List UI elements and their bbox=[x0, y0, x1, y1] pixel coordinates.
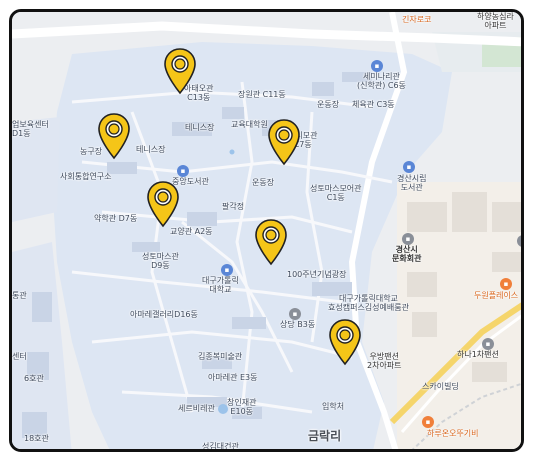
location-pin-icon[interactable] bbox=[162, 47, 198, 95]
building-icon[interactable]: ▪ bbox=[517, 235, 521, 247]
map-label: 100주년기념광장 bbox=[287, 270, 347, 279]
map-label: 하나1차팬션 bbox=[457, 350, 499, 359]
district-label: 금락리 bbox=[308, 429, 342, 443]
apartment-icon[interactable]: ▪ bbox=[482, 338, 494, 350]
location-pin-icon[interactable] bbox=[96, 112, 132, 160]
map-label: 김종복미술관 bbox=[198, 352, 243, 361]
map-label: 창인재관 E10동 bbox=[227, 398, 257, 417]
map-label: 교육대학원 bbox=[231, 120, 268, 129]
map-label: 두원플레이스 bbox=[474, 291, 519, 300]
location-pin-icon[interactable] bbox=[145, 180, 181, 228]
shop-icon[interactable]: ▪ bbox=[422, 416, 434, 428]
map-label: 업보육센터 D1동 bbox=[12, 120, 49, 139]
map-label: 교양관 A2동 bbox=[170, 227, 213, 236]
map-label: 센터 bbox=[12, 352, 27, 361]
shop-icon[interactable]: ▪ bbox=[500, 278, 512, 290]
map-label: 장원관 C11동 bbox=[238, 90, 286, 99]
map-label: 하양농심라 아파트 bbox=[477, 12, 514, 31]
map-label: 대구가톨릭대학교 효성캠퍼스김성예배룸관 bbox=[328, 294, 409, 313]
map-frame: 긴자로코 하양농심라 아파트 세미나리관 (신학관) C6동 아태오관 C13동… bbox=[9, 9, 524, 452]
location-pin-icon[interactable] bbox=[266, 118, 302, 166]
map-label: 6호관 bbox=[24, 374, 44, 383]
map-label: 세미나리관 (신학관) C6동 bbox=[357, 72, 406, 91]
church-icon[interactable]: ▪ bbox=[289, 308, 301, 320]
map-label: 하루온오뚜기비 bbox=[427, 429, 479, 438]
location-pin-icon[interactable] bbox=[327, 318, 363, 366]
map-label: 아마레관 E3동 bbox=[208, 373, 258, 382]
map-label: 체육관 C3동 bbox=[352, 100, 395, 109]
map-label: 세르비레관 bbox=[178, 404, 215, 413]
map-label: 입학처 bbox=[322, 402, 345, 411]
library-icon[interactable]: ▪ bbox=[403, 161, 415, 173]
building-icon[interactable]: ▪ bbox=[402, 233, 414, 245]
map-label: 18호관 bbox=[24, 434, 49, 443]
map-label: 통관 bbox=[12, 291, 27, 300]
map-label: 경산시립 도서관 bbox=[397, 174, 427, 193]
building-icon[interactable]: ▪ bbox=[371, 60, 383, 72]
map-label: 상당 B3동 bbox=[280, 320, 316, 329]
university-icon[interactable]: ▪ bbox=[221, 264, 233, 276]
map-label: 성김대건관 bbox=[202, 442, 239, 451]
map-label: 운동장 bbox=[317, 100, 340, 109]
map-label: 약학관 D7동 bbox=[94, 214, 138, 223]
map-label: 사회통합연구소 bbox=[60, 172, 112, 181]
library-icon[interactable]: ▪ bbox=[177, 165, 189, 177]
map-label: 아마레갤러리D16동 bbox=[130, 310, 198, 319]
map-label: 성토마스모어관 C1동 bbox=[310, 184, 362, 203]
map-label: 운동장 bbox=[252, 178, 275, 187]
map-label: 긴자로코 bbox=[402, 15, 432, 24]
map-label: 우방팬션 2차아파트 bbox=[367, 352, 402, 371]
map-label: 테니스장 bbox=[185, 123, 215, 132]
map-label: 테니스장 bbox=[136, 145, 166, 154]
map-label: 팔각정 bbox=[222, 202, 245, 211]
map-label: 대구가톨릭 대학교 bbox=[202, 276, 239, 295]
location-pin-icon[interactable] bbox=[253, 218, 289, 266]
map-label: 스카이빌딩 bbox=[422, 382, 459, 391]
map-label: 경산시 문화회관 bbox=[392, 245, 422, 264]
map-label: 성토마스관 D9동 bbox=[142, 252, 179, 271]
